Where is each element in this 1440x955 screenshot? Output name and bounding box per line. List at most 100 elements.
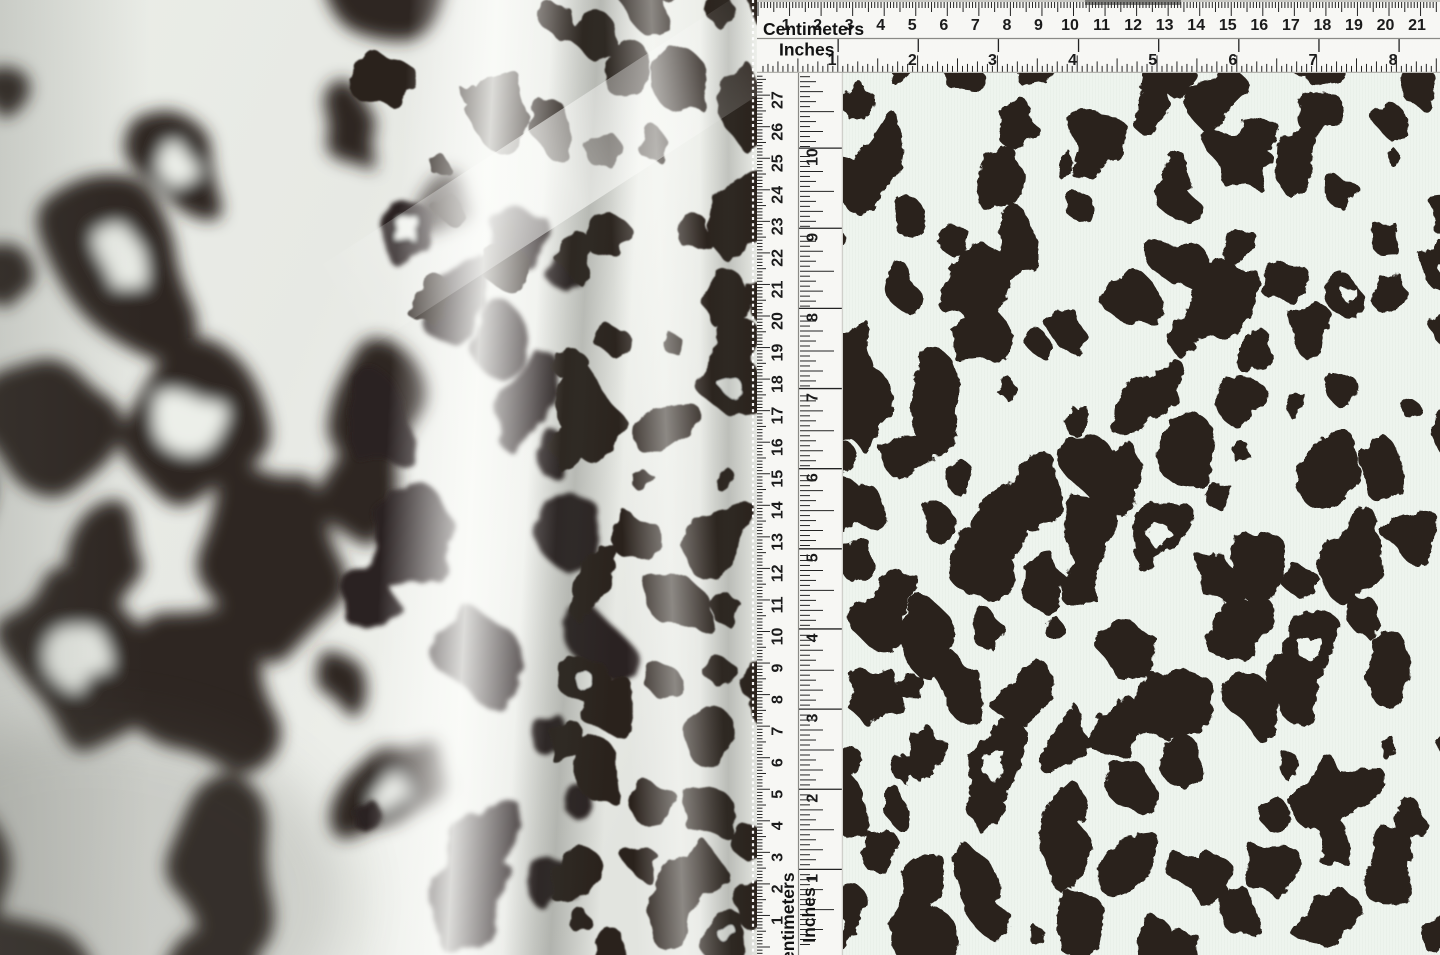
leopard-spot [1039, 704, 1087, 773]
leopard-spot [893, 195, 926, 237]
leopard-spot [1324, 373, 1358, 409]
horizontal-ruler-graphic: 1234567891011121314151617181920211234567… [757, 0, 1440, 73]
leopard-spot [1280, 751, 1298, 779]
leopard-spot [1370, 103, 1407, 141]
leopard-spot [1215, 376, 1267, 427]
left-cm-number: 20 [770, 312, 787, 330]
leopard-spot [1058, 151, 1073, 180]
leopard-spot [1324, 173, 1359, 210]
left-cm-number: 24 [770, 186, 787, 204]
leopard-spot [843, 440, 857, 478]
leopard-spot [848, 668, 904, 727]
left-cm-number: 27 [770, 91, 787, 109]
leopard-spot [1023, 549, 1065, 613]
top-cm-number: 7 [971, 17, 980, 34]
leopard-spot [1071, 141, 1112, 180]
leopard-spot [1281, 562, 1318, 600]
right-edge-shadow [700, 0, 757, 955]
flat-fabric-swatch [843, 73, 1440, 955]
top-cm-number: 16 [1250, 17, 1268, 34]
left-cm-number: 6 [770, 758, 787, 767]
left-cm-number: 16 [770, 438, 787, 456]
left-cm-number: 9 [770, 664, 787, 673]
top-cm-number: 8 [1002, 17, 1011, 34]
top-cm-number: 4 [876, 17, 885, 34]
leopard-spot [1427, 307, 1440, 346]
flat-fabric-pattern [843, 73, 1440, 955]
leopard-spot [1158, 413, 1215, 489]
leopard-spot [1011, 73, 1059, 86]
leopard-spot [1166, 928, 1199, 955]
leopard-spot [1005, 452, 1062, 542]
leopard-spot [921, 500, 956, 544]
leopard-spot [884, 784, 909, 832]
leopard-spot [854, 485, 887, 531]
leopard-spot [1098, 834, 1158, 897]
leopard-spot [991, 660, 1054, 729]
leopard-spot [964, 893, 1011, 941]
leopard-spot [1431, 390, 1440, 462]
leopard-spot [1155, 176, 1204, 224]
left-cm-number: 25 [770, 154, 787, 172]
leopard-spot [1083, 696, 1145, 758]
leopard-spot [1286, 392, 1306, 419]
leopard-spot [843, 219, 846, 247]
leopard-spot [1094, 619, 1157, 680]
left-cm-number: 12 [770, 564, 787, 582]
top-cm-number: 12 [1124, 17, 1142, 34]
leopard-spot [1219, 886, 1261, 937]
leopard-spot [977, 146, 1026, 210]
top-cm-number: 11 [1093, 17, 1110, 34]
leopard-spot [1106, 760, 1160, 815]
top-inch-number: 6 [1228, 52, 1237, 69]
leopard-spot [966, 795, 1006, 833]
left-cm-number: 7 [770, 727, 787, 736]
leopard-spot [936, 651, 982, 725]
left-inch-number: 10 [805, 148, 822, 166]
left-inch-number: 9 [805, 233, 822, 242]
top-cm-number: 5 [908, 17, 917, 34]
leopard-spot [1291, 888, 1363, 947]
left-cm-number: 17 [770, 407, 787, 425]
leopard-spot [843, 82, 876, 121]
leopard-spot [1159, 734, 1202, 787]
left-cm-number: 21 [770, 280, 787, 298]
leopard-spot [952, 308, 1012, 363]
left-cm-number: 15 [770, 470, 787, 488]
leopard-spot [1245, 843, 1302, 901]
left-cm-number: 3 [770, 853, 787, 862]
leopard-spot [1435, 729, 1440, 783]
leopard-spot [1025, 327, 1052, 360]
leopard-spot [1100, 268, 1164, 324]
leopard-spot [1065, 406, 1088, 436]
leopard-spot [863, 830, 899, 873]
left-cm-number: 22 [770, 249, 787, 267]
leopard-spot [1347, 595, 1380, 641]
leopard-spot [1317, 521, 1383, 605]
horizontal-inch-label: Inches [779, 40, 835, 60]
leopard-spot [1421, 913, 1440, 952]
top-cm-number: 18 [1314, 17, 1332, 34]
leopard-spot [1056, 890, 1103, 955]
leopard-spot [1205, 484, 1232, 511]
leopard-spot [878, 434, 933, 479]
leopard-spot [1429, 196, 1440, 235]
leopard-spot [909, 726, 948, 782]
leopard-spot [1371, 221, 1399, 255]
leopard-spot [942, 73, 986, 90]
horizontal-ruler: 1234567891011121314151617181920211234567… [757, 0, 1440, 73]
leopard-spot [1364, 826, 1412, 906]
vertical-ruler: 1234567891011121314151617181920212223242… [757, 73, 843, 955]
leopard-spot [891, 73, 911, 84]
leopard-spot [1379, 510, 1437, 568]
leopard-spot [1258, 797, 1290, 833]
leopard-spot [1231, 440, 1251, 462]
left-cm-number: 13 [770, 533, 787, 551]
leopard-spot [1400, 73, 1435, 112]
left-inch-number: 8 [805, 313, 822, 322]
top-inch-number: 5 [1148, 52, 1157, 69]
leopard-spot [1287, 303, 1332, 359]
leopard-spot [946, 460, 971, 496]
leopard-spot [1401, 399, 1422, 418]
left-cm-number: 8 [770, 695, 787, 704]
